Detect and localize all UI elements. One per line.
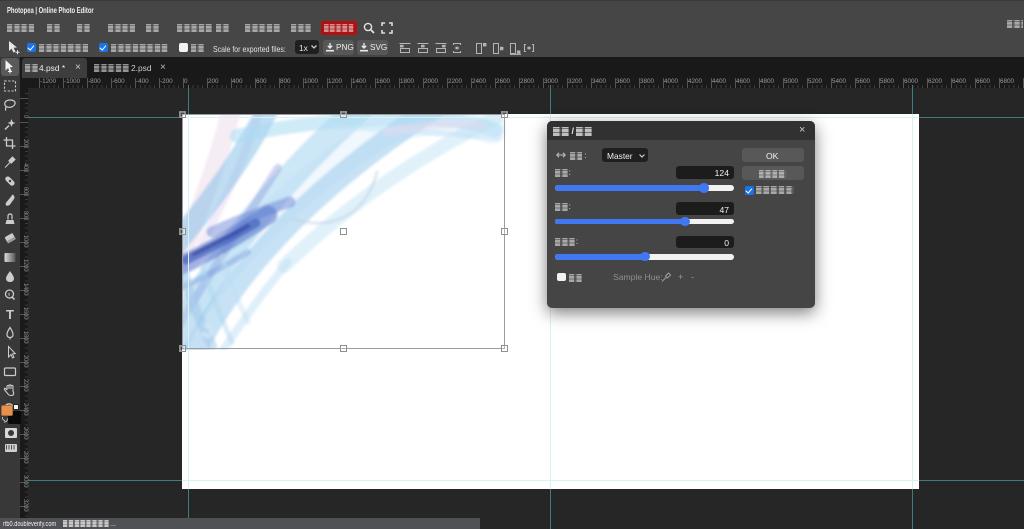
svg-text:T: T xyxy=(6,307,14,322)
